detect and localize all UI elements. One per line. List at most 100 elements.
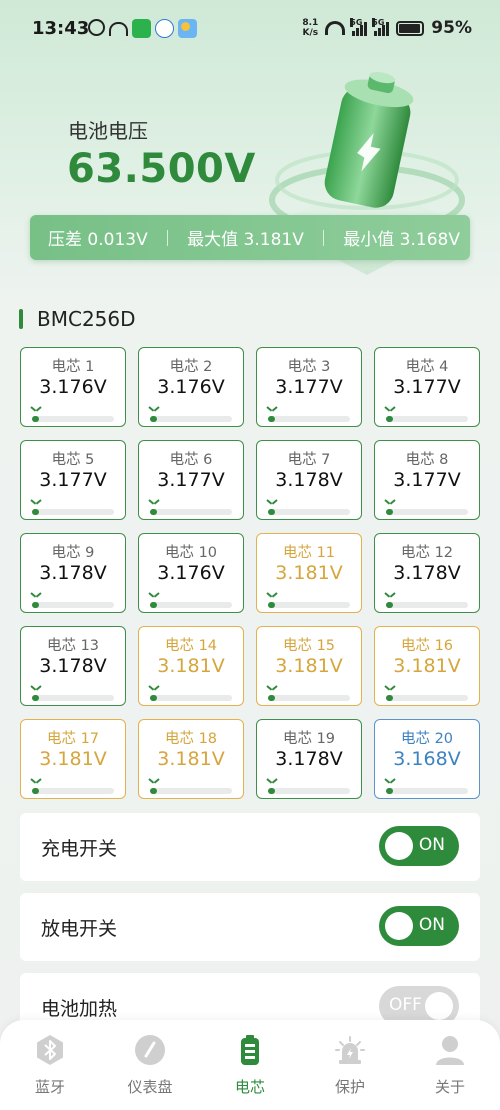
headset-icon — [109, 22, 128, 36]
cell-card[interactable]: 电芯 9 3.178V — [20, 533, 126, 613]
cell-balance-bar — [386, 695, 468, 701]
chevron-down-icon — [31, 778, 41, 785]
toggle-knob — [385, 832, 413, 860]
chevron-down-icon — [31, 685, 41, 692]
cell-balance-fill — [268, 695, 275, 701]
chevron-down-icon — [267, 592, 277, 599]
tab-about[interactable]: 关于 — [400, 1020, 500, 1110]
chevron-down-icon — [31, 406, 41, 413]
charge-switch-row: 充电开关 ON — [20, 813, 480, 881]
cell-name: 电芯 6 — [169, 452, 213, 468]
cell-balance-fill — [32, 509, 39, 515]
cell-voltage: 3.177V — [39, 469, 107, 491]
cell-balance-fill — [150, 509, 157, 515]
cell-balance-fill — [150, 416, 157, 422]
cell-name: 电芯 17 — [46, 731, 100, 747]
total-voltage: 63.500V — [67, 146, 256, 192]
cell-card[interactable]: 电芯 7 3.178V — [256, 440, 362, 520]
cell-voltage: 3.181V — [275, 562, 343, 584]
cell-card[interactable]: 电芯 20 3.168V — [374, 719, 480, 799]
cell-name: 电芯 5 — [51, 452, 95, 468]
signal-icon: 5G — [350, 18, 368, 36]
charge-switch-label: 充电开关 — [41, 837, 118, 860]
discharge-switch-row: 放电开关 ON — [20, 893, 480, 961]
cell-card[interactable]: 电芯 5 3.177V — [20, 440, 126, 520]
voltage-stats-bar: 压差 0.013V 最大值 3.181V 最小值 3.168V — [30, 215, 470, 260]
cell-voltage: 3.181V — [39, 748, 107, 770]
heating-switch-label: 电池加热 — [41, 997, 118, 1020]
cell-balance-bar — [150, 695, 232, 701]
tab-label: 仪表盘 — [127, 1078, 173, 1096]
cell-voltage: 3.181V — [157, 655, 225, 677]
device-section-title: BMC256D — [19, 307, 136, 331]
cell-card[interactable]: 电芯 12 3.178V — [374, 533, 480, 613]
toggle-state: ON — [418, 915, 445, 935]
chat-bubble-icon — [155, 19, 174, 38]
cell-balance-fill — [32, 695, 39, 701]
tab-bluetooth[interactable]: 蓝牙 — [0, 1020, 100, 1110]
cell-card[interactable]: 电芯 14 3.181V — [138, 626, 244, 706]
cell-balance-bar — [32, 509, 114, 515]
device-name: BMC256D — [37, 307, 136, 331]
cell-balance-fill — [150, 602, 157, 608]
cell-name: 电芯 9 — [51, 545, 95, 561]
chevron-down-icon — [267, 685, 277, 692]
cell-balance-fill — [32, 788, 39, 794]
discharge-toggle[interactable]: ON — [379, 906, 459, 946]
cell-name: 电芯 11 — [282, 545, 336, 561]
cell-card[interactable]: 电芯 2 3.176V — [138, 347, 244, 427]
chevron-down-icon — [385, 499, 395, 506]
net-speed: 8.1 K/s — [302, 18, 319, 38]
cell-card[interactable]: 电芯 18 3.181V — [138, 719, 244, 799]
voltage-label: 电池电压 — [68, 119, 148, 143]
notification-icons — [88, 19, 197, 38]
cell-balance-fill — [268, 509, 275, 515]
cell-balance-fill — [32, 416, 39, 422]
cell-card[interactable]: 电芯 4 3.177V — [374, 347, 480, 427]
chevron-down-icon — [31, 499, 41, 506]
chevron-down-icon — [31, 592, 41, 599]
cell-balance-bar — [386, 602, 468, 608]
charge-toggle[interactable]: ON — [379, 826, 459, 866]
cell-name: 电芯 7 — [287, 452, 331, 468]
cell-card[interactable]: 电芯 1 3.176V — [20, 347, 126, 427]
tab-dashboard[interactable]: 仪表盘 — [100, 1020, 200, 1110]
chevron-down-icon — [385, 685, 395, 692]
tab-label: 关于 — [434, 1078, 465, 1096]
cell-voltage: 3.181V — [393, 655, 461, 677]
cell-name: 电芯 15 — [282, 638, 336, 654]
wifi-icon — [325, 21, 346, 35]
cell-card[interactable]: 电芯 13 3.178V — [20, 626, 126, 706]
tab-cells[interactable]: 电芯 — [200, 1020, 300, 1110]
title-accent-bar — [19, 309, 23, 329]
cell-name: 电芯 19 — [282, 731, 336, 747]
cell-name: 电芯 20 — [400, 731, 454, 747]
cell-card[interactable]: 电芯 10 3.176V — [138, 533, 244, 613]
cell-card[interactable]: 电芯 17 3.181V — [20, 719, 126, 799]
cell-card[interactable]: 电芯 11 3.181V — [256, 533, 362, 613]
cell-balance-fill — [386, 416, 393, 422]
cell-voltage: 3.176V — [157, 562, 225, 584]
cell-voltage: 3.177V — [393, 469, 461, 491]
cell-card[interactable]: 电芯 19 3.178V — [256, 719, 362, 799]
cell-card[interactable]: 电芯 8 3.177V — [374, 440, 480, 520]
cell-name: 电芯 3 — [287, 359, 331, 375]
cell-name: 电芯 8 — [405, 452, 449, 468]
toggle-knob — [385, 912, 413, 940]
cell-balance-bar — [386, 416, 468, 422]
cell-card[interactable]: 电芯 3 3.177V — [256, 347, 362, 427]
cell-card[interactable]: 电芯 16 3.181V — [374, 626, 480, 706]
cell-balance-bar — [268, 509, 350, 515]
tab-protection[interactable]: 保护 — [300, 1020, 400, 1110]
chevron-down-icon — [149, 499, 159, 506]
weather-icon — [178, 19, 197, 38]
cell-card[interactable]: 电芯 6 3.177V — [138, 440, 244, 520]
tab-label: 保护 — [334, 1078, 365, 1096]
chevron-down-icon — [385, 592, 395, 599]
status-time: 13:43 — [32, 18, 90, 39]
cell-name: 电芯 1 — [51, 359, 95, 375]
cell-card[interactable]: 电芯 15 3.181V — [256, 626, 362, 706]
chevron-down-icon — [385, 778, 395, 785]
cell-balance-bar — [150, 788, 232, 794]
toggle-state: OFF — [389, 995, 422, 1015]
